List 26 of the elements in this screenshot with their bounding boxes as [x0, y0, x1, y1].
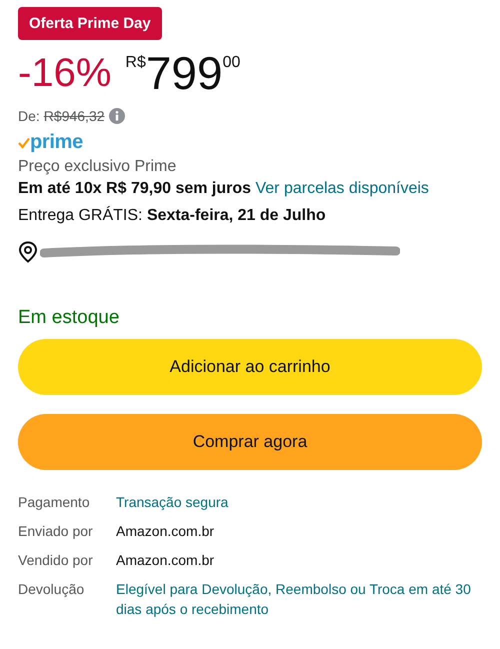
location-pin-icon[interactable]: [18, 241, 38, 263]
add-to-cart-button[interactable]: Adicionar ao carrinho: [18, 339, 482, 395]
buy-now-button[interactable]: Comprar agora: [18, 414, 482, 470]
discount-text: -16%: [18, 50, 112, 96]
currency-symbol: R$: [125, 54, 146, 72]
installments-link[interactable]: Ver parcelas disponíveis: [255, 180, 429, 197]
list-price: R$946,32: [44, 108, 105, 124]
list-price-label: De:: [18, 108, 40, 124]
info-icon[interactable]: [108, 108, 125, 124]
prime-note: Preço exclusivo Prime: [18, 158, 178, 176]
detail-link[interactable]: Elegível para Devolução, Reembolso ou Troca em até 30 dias após o recebimento: [116, 579, 482, 619]
detail-value: Amazon.com.br: [116, 551, 216, 570]
detail-label: Enviado por: [18, 522, 94, 541]
detail-link[interactable]: Transação segura: [116, 492, 482, 512]
installment-text: Em até 10x R$ 79,90 sem juros: [18, 180, 252, 197]
price-text: 799: [146, 50, 223, 96]
deal-badge: Oferta Prime Day: [18, 7, 162, 40]
price-cents: 00: [222, 54, 240, 72]
check-icon: [18, 136, 30, 148]
detail-value: Amazon.com.br: [116, 522, 216, 541]
prime-logo: prime: [30, 131, 83, 154]
delivery-text: Entrega GRÁTIS: Sexta-feira, 21 de Julho: [18, 207, 327, 225]
detail-label: Devolução: [18, 580, 86, 599]
stock-status: Em estoque: [18, 307, 120, 329]
detail-label: Pagamento: [18, 493, 91, 512]
detail-label: Vendido por: [18, 551, 94, 570]
